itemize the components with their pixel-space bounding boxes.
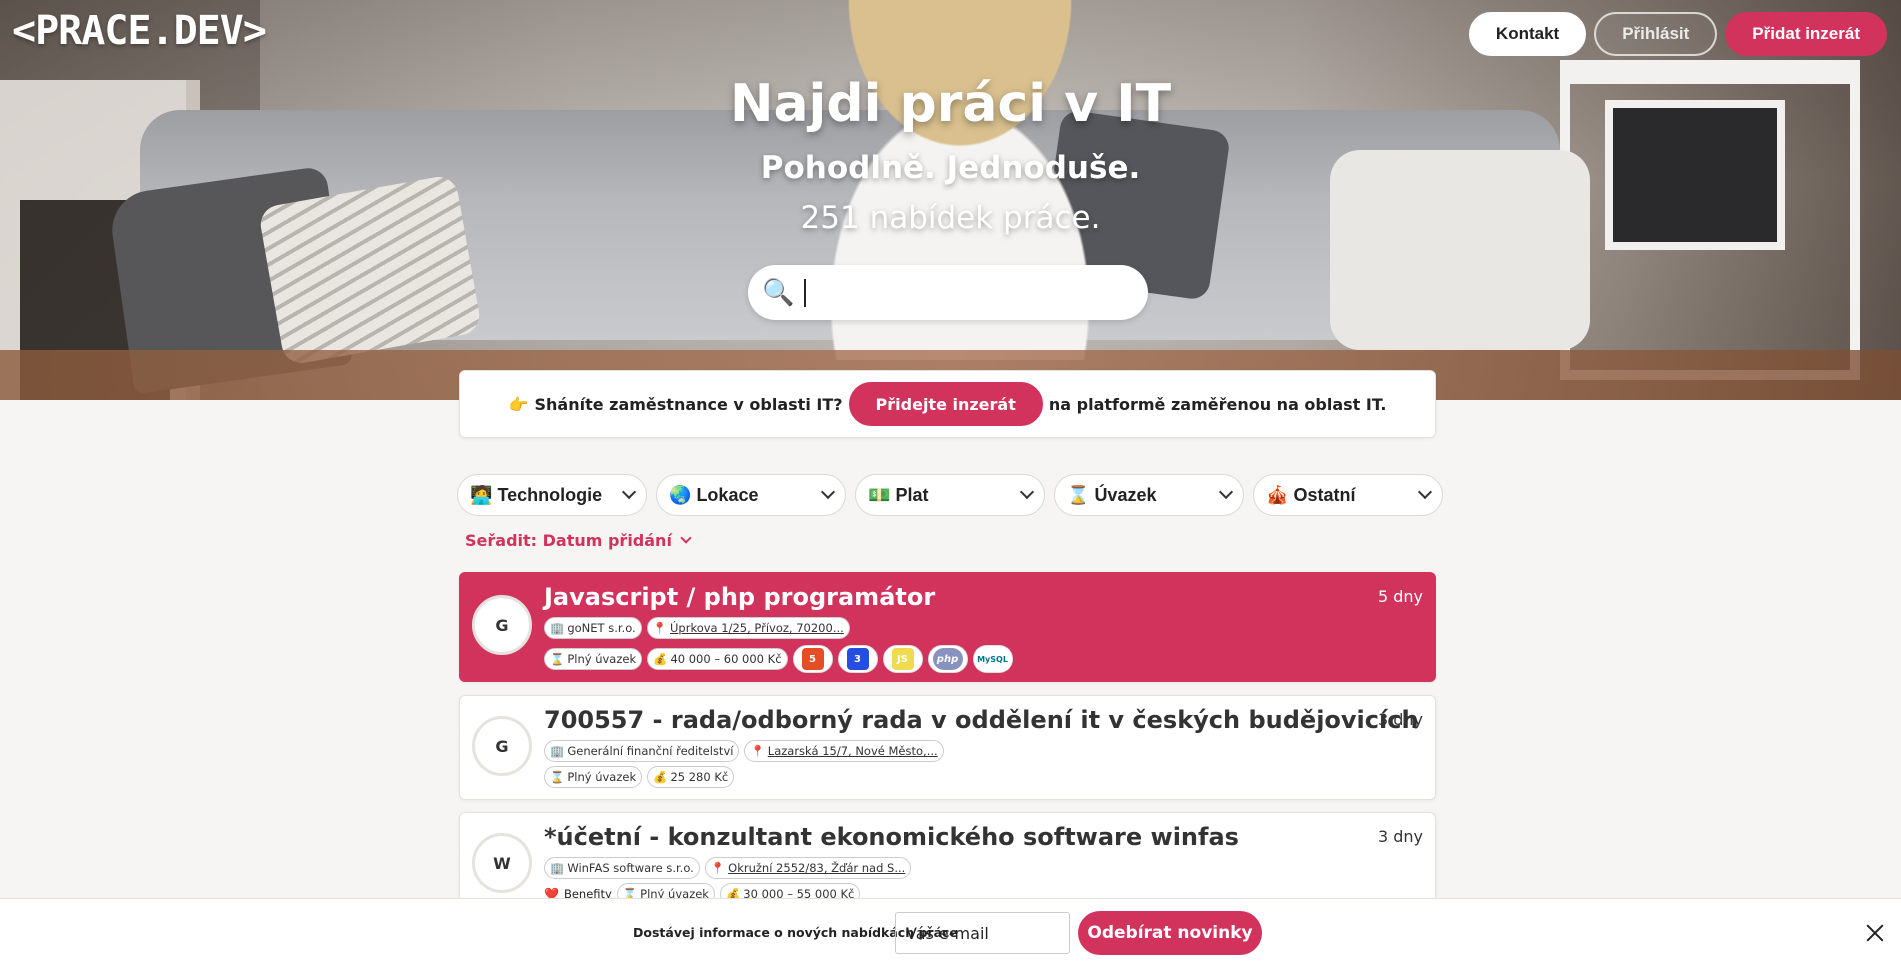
location-chip[interactable]: 📍 Lazarská 15/7, Nové Město,... — [744, 740, 944, 762]
filter-salary[interactable]: 💵 Plat — [855, 474, 1045, 516]
filter-label: Ostatní — [1293, 484, 1356, 505]
chevron-down-icon — [820, 484, 836, 500]
salary-chip: 💰 40 000 – 60 000 Kč — [647, 648, 788, 670]
company-avatar: G — [472, 716, 532, 776]
circus-tent-icon: 🎪 — [1266, 484, 1289, 505]
company-name: goNET s.r.o. — [567, 621, 636, 635]
add-listing-button[interactable]: Přidat inzerát — [1725, 12, 1887, 56]
contract-chip: ⌛ Plný úvazek — [544, 766, 643, 788]
company-chip: 🏢 Generální finanční ředitelství — [544, 740, 740, 762]
salary-range: 40 000 – 60 000 Kč — [670, 652, 782, 666]
chevron-down-icon — [1019, 484, 1035, 500]
filter-label: Technologie — [497, 484, 603, 505]
text-cursor — [804, 278, 807, 307]
job-title[interactable]: 700557 - rada/odborný rada v oddělení it… — [544, 706, 1419, 734]
salary-chip: 💰 25 280 Kč — [647, 766, 735, 788]
chevron-down-icon — [1218, 484, 1234, 500]
contract-type: Plný úvazek — [567, 652, 637, 666]
salary-range: 25 280 Kč — [670, 770, 729, 784]
search-input[interactable] — [802, 277, 1103, 308]
promo-tail-text: na platformě zaměřenou na oblast IT. — [1048, 394, 1387, 414]
building-icon: 🏢 — [550, 621, 565, 635]
contract-chip: ⌛ Plný úvazek — [544, 648, 643, 670]
job-age: 5 dny — [1377, 587, 1423, 606]
building-icon: 🏢 — [550, 861, 565, 875]
company-name: WinFAS software s.r.o. — [567, 861, 694, 875]
hourglass-icon: ⌛ — [550, 652, 565, 666]
pin-icon: 📍 — [750, 744, 765, 758]
money-bag-icon: 💰 — [653, 652, 668, 666]
promo-add-listing-button[interactable]: Přidejte inzerát — [848, 382, 1043, 426]
search-box[interactable]: 🔍 — [748, 265, 1148, 320]
filter-location[interactable]: 🌏 Lokace — [656, 474, 846, 516]
chevron-down-icon — [1417, 484, 1433, 500]
search-icon: 🔍 — [762, 277, 795, 308]
globe-icon: 🌏 — [669, 484, 692, 505]
php-icon: php — [927, 645, 968, 673]
money-bag-icon: 💰 — [653, 770, 668, 784]
job-age: 3 dny — [1377, 710, 1423, 729]
chevron-down-icon — [621, 484, 637, 500]
filter-label: Úvazek — [1094, 484, 1157, 505]
company-avatar: G — [472, 595, 532, 655]
js-icon: JS — [882, 645, 923, 673]
filter-bar: 🧑‍💻 Technologie 🌏 Lokace 💵 Plat ⌛ Úvazek… — [457, 474, 1443, 516]
job-count: 251 nabídek práce. — [800, 200, 1101, 236]
contact-button[interactable]: Kontakt — [1468, 12, 1587, 56]
subscribe-button[interactable]: Odebírat novinky — [1078, 911, 1262, 955]
sort-dropdown[interactable]: Seřadit: Datum přidání — [465, 531, 692, 550]
job-age: 3 dny — [1377, 827, 1423, 846]
sort-label: Seřadit: Datum přidání — [465, 531, 672, 550]
location-chip[interactable]: 📍 Úprkova 1/25, Přívoz, 70200... — [646, 617, 850, 639]
newsletter-bar: Dostávej informace o nových nabídkách pr… — [0, 898, 1901, 963]
filter-label: Lokace — [696, 484, 759, 505]
job-card[interactable]: G Javascript / php programátor 5 dny 🏢 go… — [459, 572, 1436, 682]
company-name: Generální finanční ředitelství — [567, 744, 734, 758]
css3-icon: 3 — [837, 645, 878, 673]
employer-promo-bar: 👉 Sháníte zaměstnance v oblasti IT? Přid… — [459, 370, 1436, 438]
chevron-down-icon — [680, 532, 692, 544]
company-avatar: W — [472, 833, 532, 893]
hourglass-icon: ⌛ — [1067, 484, 1090, 505]
job-tags-row: ⌛ Plný úvazek 💰 25 280 Kč — [544, 766, 735, 788]
filter-technology[interactable]: 🧑‍💻 Technologie — [457, 474, 647, 516]
hourglass-icon: ⌛ — [550, 770, 565, 784]
promo-lead-text: Sháníte zaměstnance v oblasti IT? — [534, 394, 843, 414]
job-meta-row: 🏢 Generální finanční ředitelství 📍 Lazarsk… — [544, 740, 944, 762]
company-chip: 🏢 goNET s.r.o. — [544, 617, 642, 639]
filter-label: Plat — [895, 484, 929, 505]
html5-icon: 5 — [792, 645, 833, 673]
job-meta-row: 🏢 WinFAS software s.r.o. 📍 Okružní 2552/83… — [544, 857, 912, 879]
filter-contract[interactable]: ⌛ Úvazek — [1054, 474, 1244, 516]
job-title[interactable]: *účetní - konzultant ekonomického softwa… — [544, 823, 1239, 851]
location-link[interactable]: Okružní 2552/83, Žďár nad S... — [728, 861, 905, 875]
site-logo[interactable]: <PRACE.DEV> — [12, 8, 267, 54]
job-tags-row: ⌛ Plný úvazek 💰 40 000 – 60 000 Kč 5 3 JS … — [544, 645, 1013, 673]
pointing-hand-icon: 👉 — [508, 394, 529, 414]
technologist-icon: 🧑‍💻 — [470, 484, 493, 505]
job-card[interactable]: G 700557 - rada/odborný rada v oddělení … — [459, 695, 1436, 800]
job-meta-row: 🏢 goNET s.r.o. 📍 Úprkova 1/25, Přívoz, 702… — [544, 617, 850, 639]
pin-icon: 📍 — [710, 861, 726, 875]
job-title[interactable]: Javascript / php programátor — [544, 583, 935, 611]
company-chip: 🏢 WinFAS software s.r.o. — [544, 857, 700, 879]
location-link[interactable]: Lazarská 15/7, Nové Město,... — [768, 744, 938, 758]
top-navigation: Kontakt Přihlásit Přidat inzerát — [1468, 12, 1887, 56]
money-icon: 💵 — [868, 484, 891, 505]
close-icon[interactable] — [1866, 923, 1884, 941]
login-button[interactable]: Přihlásit — [1594, 12, 1718, 56]
pin-icon: 📍 — [652, 621, 668, 635]
mysql-icon: MySQL — [972, 645, 1013, 673]
building-icon: 🏢 — [550, 744, 565, 758]
filter-other[interactable]: 🎪 Ostatní — [1253, 474, 1443, 516]
contract-type: Plný úvazek — [567, 770, 637, 784]
location-link[interactable]: Úprkova 1/25, Přívoz, 70200... — [670, 621, 844, 635]
location-chip[interactable]: 📍 Okružní 2552/83, Žďár nad S... — [704, 857, 912, 879]
hero-subtitle: Pohodlně. Jednoduše. — [760, 150, 1141, 186]
hero-title: Najdi práci v IT — [729, 74, 1172, 134]
email-field[interactable]: Váš e-mail — [895, 912, 1070, 954]
